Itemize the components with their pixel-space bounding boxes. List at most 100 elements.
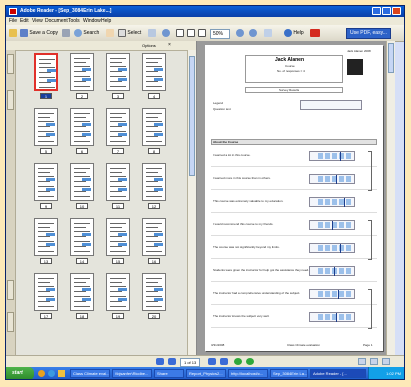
zoom-in-button[interactable] [162, 28, 170, 38]
menu-document[interactable]: Document [45, 18, 68, 24]
pages-tab[interactable] [7, 90, 14, 110]
task-localhost[interactable]: http://localhost/c... [228, 369, 268, 378]
page-thumbnail[interactable] [34, 163, 58, 201]
menu-help[interactable]: Help [101, 18, 111, 24]
zoom-plus-button[interactable] [249, 28, 257, 38]
page-number-field[interactable]: 1 of 13 [180, 358, 201, 367]
thumbnail-page-number[interactable]: 10 [76, 203, 88, 209]
page-thumbnail[interactable] [142, 108, 166, 146]
thumbnail-page-number[interactable]: 1 [40, 93, 52, 99]
maximize-button[interactable] [382, 7, 391, 15]
thumbnail-page-number[interactable]: 15 [112, 258, 124, 264]
page-thumbnail[interactable] [70, 218, 94, 256]
bookmarks-tab[interactable] [7, 54, 14, 74]
thumbnail-page-number[interactable]: 13 [40, 258, 52, 264]
desktop-quicklaunch-icon[interactable] [48, 370, 55, 377]
task-report[interactable]: Report_Physics2... [186, 369, 226, 378]
page-thumbnail[interactable] [70, 273, 94, 311]
adobe-logo-button[interactable] [310, 28, 320, 38]
task-adobe-reader[interactable]: Adobe Reader - [... [310, 369, 366, 378]
panel-close-icon[interactable]: × [168, 42, 171, 48]
thumbnail-page-number[interactable]: 5 [40, 148, 52, 154]
thumbnail-scroll-thumb[interactable] [189, 56, 195, 176]
layers-tab[interactable] [7, 280, 14, 300]
page-thumbnail[interactable] [106, 273, 130, 311]
zoom-combo[interactable]: 50% [210, 29, 231, 39]
save-copy-button[interactable]: Save a Copy [20, 28, 58, 38]
first-page-button[interactable] [156, 358, 164, 365]
page-thumbnail[interactable] [34, 273, 58, 311]
single-page-icon[interactable] [358, 358, 366, 365]
explorer-quicklaunch-icon[interactable] [58, 370, 65, 377]
go-forward-icon[interactable] [246, 358, 254, 365]
zoom-out-button[interactable] [236, 28, 244, 38]
document-scrollbar[interactable] [386, 41, 395, 355]
thumbnail-page-number[interactable]: 14 [76, 258, 88, 264]
print-button[interactable] [62, 28, 70, 38]
snapshot-button[interactable] [148, 28, 156, 38]
menu-file[interactable]: File [9, 18, 17, 24]
title-bar[interactable]: Adobe Reader - [Sep_3084Erin Lake...] [6, 6, 404, 17]
next-page-button[interactable] [208, 358, 216, 365]
thumbnail-page-number[interactable]: 6 [76, 148, 88, 154]
help-button[interactable]: Help [284, 28, 304, 38]
rotate-button[interactable] [264, 28, 272, 38]
menu-window[interactable]: Window [83, 18, 101, 24]
thumbnail-page-number[interactable]: 17 [40, 313, 52, 319]
thumbnail-page-number[interactable]: 20 [148, 313, 160, 319]
thumbnail-page-number[interactable]: 11 [112, 203, 124, 209]
menu-tools[interactable]: Tools [68, 18, 80, 24]
select-button[interactable]: Select [118, 28, 141, 38]
thumbnail-page-number[interactable]: 7 [112, 148, 124, 154]
page-thumbnail[interactable] [70, 163, 94, 201]
page-thumbnail[interactable] [70, 108, 94, 146]
last-page-button[interactable] [220, 358, 228, 365]
thumbnail-page-number[interactable]: 3 [112, 93, 124, 99]
task-sep-pdf[interactable]: Sep_3084Erin La... [270, 369, 308, 378]
page-thumbnail[interactable] [142, 273, 166, 311]
promo-button[interactable]: Use PDF, easy... [346, 28, 391, 39]
task-class-climate[interactable]: Class Climate eval... [70, 369, 110, 378]
continuous-icon[interactable] [370, 358, 378, 365]
thumbnail-page-number[interactable]: 4 [148, 93, 160, 99]
close-button[interactable] [392, 7, 401, 15]
browser-quicklaunch-icon[interactable] [38, 370, 45, 377]
open-folder-button[interactable] [9, 28, 17, 38]
previous-page-button[interactable] [168, 358, 176, 365]
page-thumbnail[interactable] [142, 218, 166, 256]
page-thumbnail[interactable] [34, 53, 58, 91]
page-thumbnail[interactable] [106, 53, 130, 91]
thumbnail-scrollbar[interactable] [187, 50, 196, 355]
attachments-tab[interactable] [7, 312, 14, 332]
page-thumbnail[interactable] [106, 218, 130, 256]
go-back-icon[interactable] [234, 358, 242, 365]
thumbnail-page-number[interactable]: 19 [112, 313, 124, 319]
thumbnail-page-number[interactable]: 9 [40, 203, 52, 209]
search-button[interactable]: Search [74, 28, 99, 38]
page-thumbnail[interactable] [70, 53, 94, 91]
hand-tool-button[interactable] [106, 28, 114, 38]
document-scroll-thumb[interactable] [388, 43, 394, 73]
task-folder[interactable]: \\bjsanfer\Ricdbe... [112, 369, 152, 378]
page-thumbnail[interactable] [142, 163, 166, 201]
actual-size-button[interactable] [176, 28, 184, 38]
thumbnail-page-number[interactable]: 12 [148, 203, 160, 209]
thumbnail-page-number[interactable]: 18 [76, 313, 88, 319]
facing-icon[interactable] [382, 358, 390, 365]
thumbnail-page-number[interactable]: 16 [148, 258, 160, 264]
fit-width-button[interactable] [198, 28, 206, 38]
page-thumbnail[interactable] [34, 108, 58, 146]
start-button[interactable]: start [6, 367, 34, 379]
thumbnail-page-number[interactable]: 2 [76, 93, 88, 99]
fit-page-button[interactable] [187, 28, 195, 38]
page-thumbnail[interactable] [106, 163, 130, 201]
task-share[interactable]: Share [154, 369, 184, 378]
minimize-button[interactable] [372, 7, 381, 15]
page-thumbnail[interactable] [34, 218, 58, 256]
page-thumbnail[interactable] [106, 108, 130, 146]
thumbnail-page-number[interactable]: 8 [148, 148, 160, 154]
menu-edit[interactable]: Edit [20, 18, 29, 24]
menu-view[interactable]: View [32, 18, 43, 24]
options-menu[interactable]: Options [142, 43, 156, 48]
page-thumbnail[interactable] [142, 53, 166, 91]
